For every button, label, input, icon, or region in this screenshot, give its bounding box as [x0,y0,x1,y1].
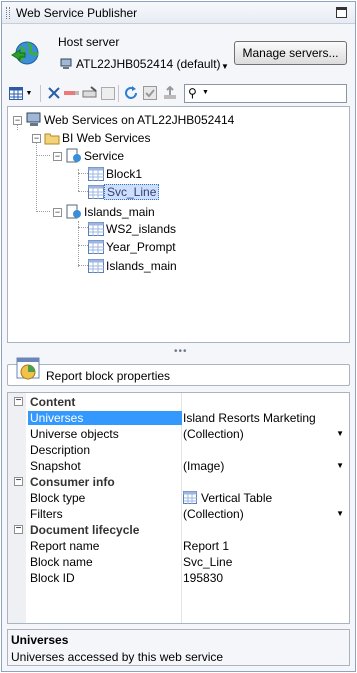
collapse-icon[interactable]: − [14,524,23,534]
property-row-universe-objects[interactable]: Universe objects (Collection) ▼ [8,426,349,442]
drag-grip-icon[interactable] [6,7,10,19]
web-service-globe-icon [11,41,39,65]
edit-icon[interactable] [64,85,80,101]
property-row-block-type[interactable]: Block type Vertical Table [8,490,349,506]
search-box[interactable]: ⚲ ▼ [184,84,347,103]
properties-title: Report block properties [46,369,171,383]
collapse-toggle[interactable]: − [53,152,62,161]
host-server-select[interactable]: ATL22JHB052414 (default) [76,57,221,71]
tree-item-ws2-islands[interactable]: WS2_islands [88,220,178,237]
category-consumer-info[interactable]: − Consumer info [8,474,349,490]
collapse-toggle[interactable]: − [13,116,22,125]
web-services-tree: − Web Services on ATL22JHB052414 − BI We… [7,106,350,343]
collapse-toggle[interactable]: − [32,134,41,143]
upload-icon[interactable] [162,85,178,101]
description-title: Universes [11,633,69,647]
tree-folder[interactable]: BI Web Services [44,129,152,146]
property-row-block-id[interactable]: Block ID 195830 [8,570,349,586]
folder-icon [44,133,60,144]
table-icon [88,221,104,236]
category-document-lifecycle[interactable]: − Document lifecycle [8,522,349,538]
host-server-label: Host server [58,35,120,49]
search-dropdown-icon[interactable]: ▼ [202,89,209,96]
report-block-icon [16,357,40,380]
chevron-down-icon[interactable]: ▼ [336,509,344,518]
chevron-down-icon[interactable]: ▼ [336,429,344,438]
collapse-toggle[interactable]: − [53,208,62,217]
property-row-filters[interactable]: Filters (Collection) ▼ [8,506,349,522]
server-icon [60,58,72,69]
tree-item-year-prompt[interactable]: Year_Prompt [88,238,178,255]
property-row-universes[interactable]: Universes Island Resorts Marketing [8,410,349,426]
category-content[interactable]: − Content [8,394,349,410]
server-icon [26,112,41,126]
maximize-button[interactable] [336,7,347,18]
chevron-down-icon[interactable]: ▼ [221,62,229,71]
tree-item-block1[interactable]: Block1 [88,165,144,182]
toolbar: ▼ ⚲ ▼ [2,82,355,104]
panel-title: Web Service Publisher [16,6,138,20]
table-icon [88,166,104,181]
table-icon [88,258,104,273]
table-icon [88,239,104,254]
property-row-snapshot[interactable]: Snapshot (Image) ▼ [8,458,349,474]
search-icon[interactable]: ⚲ [188,86,197,100]
property-row-block-name[interactable]: Block name Svc_Line [8,554,349,570]
tree-item-svc-line[interactable]: Svc_Line [88,183,160,200]
tree-service[interactable]: Service [66,147,126,164]
manage-servers-button[interactable]: Manage servers... [234,41,347,65]
description-text: Universes accessed by this web service [11,650,224,664]
tree-service[interactable]: Islands_main [66,203,157,220]
web-service-publisher-panel: Web Service Publisher Host server ATL22J… [1,1,356,672]
refresh-icon[interactable] [123,85,139,101]
tree-item-islands-main[interactable]: Islands_main [88,257,179,274]
collapse-icon[interactable]: − [14,396,23,406]
property-row-report-name[interactable]: Report name Report 1 [8,538,349,554]
delete-icon[interactable] [46,85,62,101]
splitter-handle[interactable]: ••• [174,346,188,357]
table-icon-disabled[interactable] [100,85,116,101]
rename-icon[interactable] [82,85,98,101]
property-row-description[interactable]: Description [8,442,349,458]
vertical-table-icon [183,491,197,504]
dropdown-arrow-icon[interactable]: ▼ [24,85,34,101]
publish-icon[interactable] [142,85,158,101]
panel-titlebar[interactable]: Web Service Publisher [2,2,355,24]
property-description-panel: Universes Universes accessed by this web… [7,629,350,666]
property-grid: − Content Universes Island Resorts Marke… [7,392,350,624]
web-service-icon [66,148,81,163]
table-view-icon[interactable] [8,85,24,101]
collapse-icon[interactable]: − [14,476,23,486]
report-block-properties-header: Report block properties [7,357,350,386]
host-server-area: Host server ATL22JHB052414 (default) ▼ M… [2,25,355,81]
web-service-icon [66,204,81,219]
chevron-down-icon[interactable]: ▼ [336,461,344,470]
table-icon [88,184,104,199]
tree-root[interactable]: Web Services on ATL22JHB052414 [26,111,236,128]
